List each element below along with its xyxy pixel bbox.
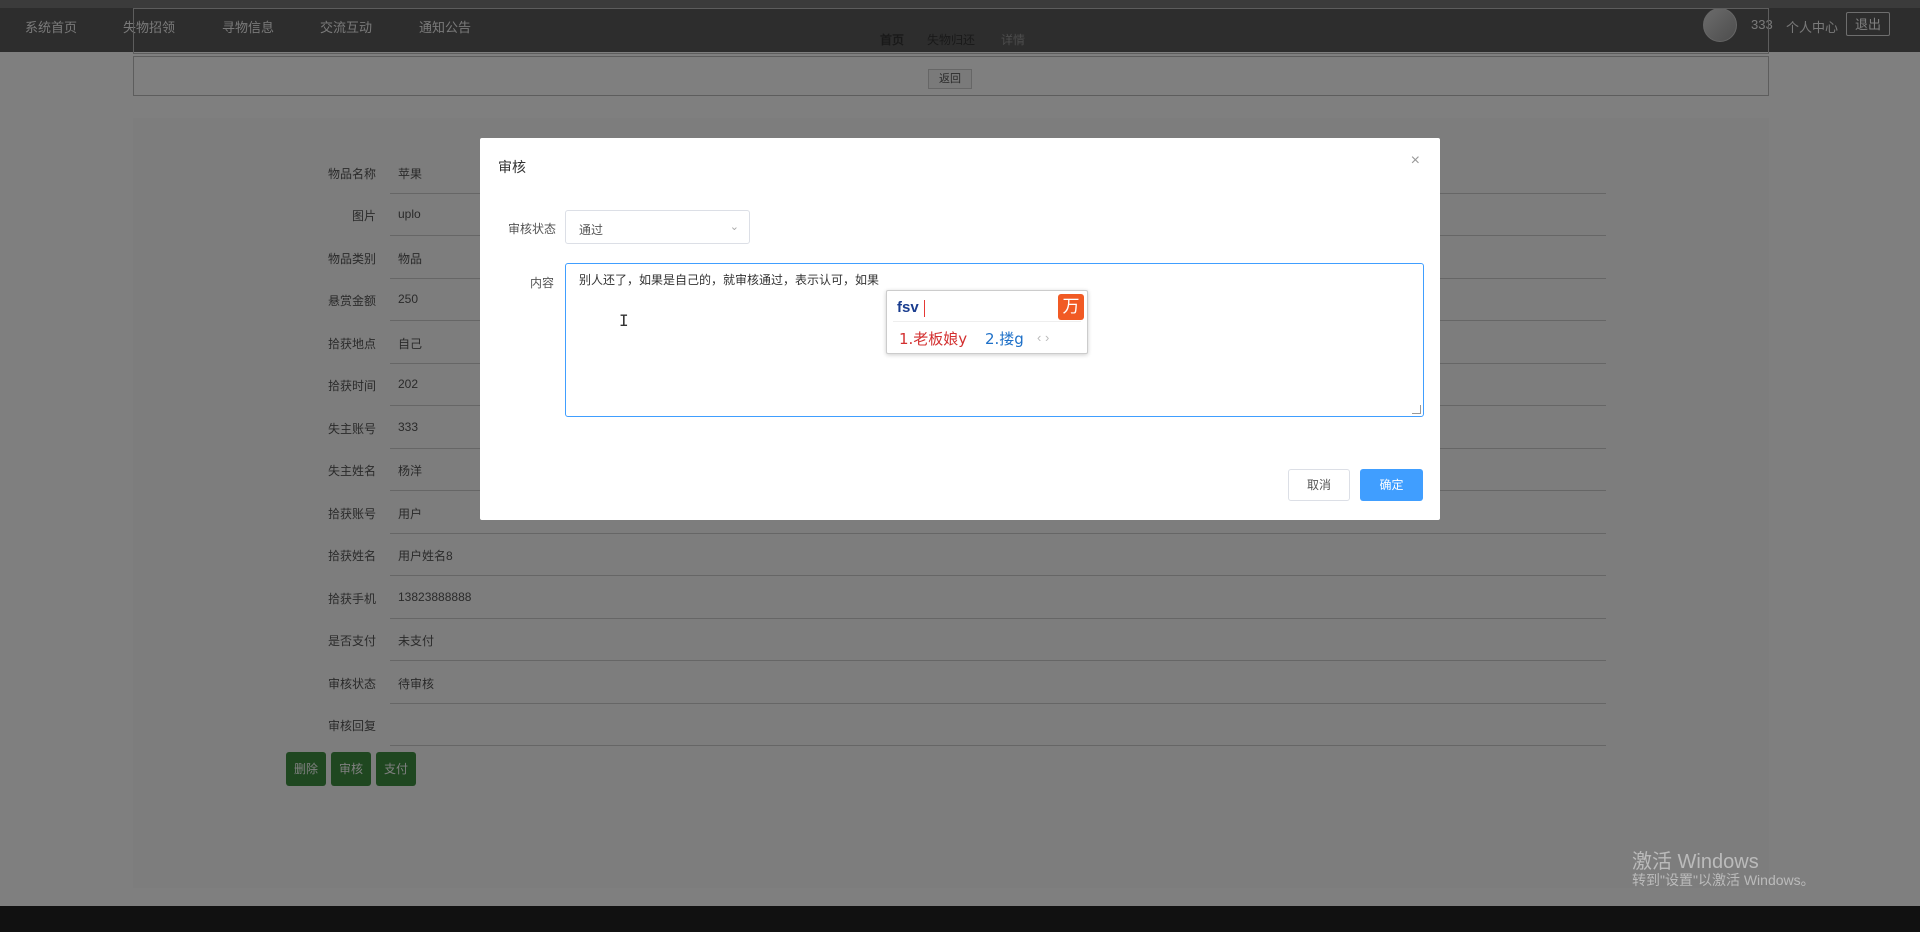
ime-logo-icon[interactable]: 万 (1058, 294, 1084, 320)
confirm-button[interactable]: 确定 (1360, 469, 1423, 501)
content-textarea-value: 别人还了，如果是自己的，就审核通过，表示认可，如果 (579, 273, 880, 287)
status-select[interactable]: 通过 ⌄ (565, 210, 750, 244)
ime-pager-icon[interactable]: ‹ › (1037, 330, 1049, 345)
ime-candidate-1[interactable]: 1.老板娘y (899, 328, 967, 349)
ime-caret (924, 300, 925, 317)
resize-grip[interactable] (1412, 405, 1421, 414)
status-select-value: 通过 (579, 223, 604, 237)
ime-candidate-popup: fsv 万 1.老板娘y 2.搂g ‹ › (886, 290, 1088, 354)
content-label: 内容 (530, 276, 555, 290)
ime-candidate-2[interactable]: 2.搂g (985, 328, 1024, 349)
ime-composition: fsv (897, 299, 919, 316)
status-label: 审核状态 (508, 222, 557, 236)
close-icon[interactable]: × (1411, 152, 1420, 170)
ime-divider (893, 321, 1081, 322)
chevron-down-icon: ⌄ (729, 221, 739, 233)
cancel-button[interactable]: 取消 (1288, 469, 1350, 501)
dialog-title: 审核 (498, 159, 526, 175)
text-cursor-icon: I (619, 311, 629, 330)
taskbar (0, 906, 1920, 932)
activation-watermark-subtitle: 转到"设置"以激活 Windows。 (1632, 872, 1815, 888)
